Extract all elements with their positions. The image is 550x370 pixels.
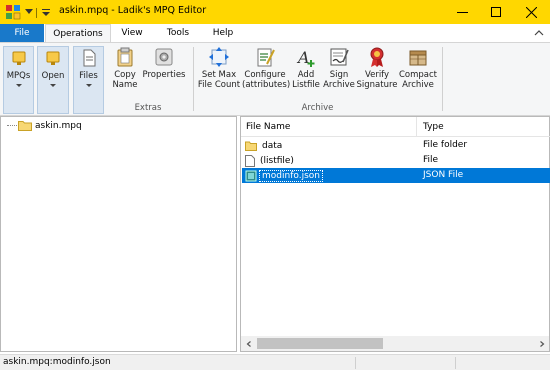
app-icon[interactable] xyxy=(5,4,21,20)
maximize-icon xyxy=(491,7,501,17)
files-button[interactable]: Files xyxy=(73,46,104,114)
tree-root-item[interactable]: askin.mpq xyxy=(7,120,82,131)
compact-archive-label-2: Archive xyxy=(402,80,434,90)
chevron-left-icon xyxy=(246,340,251,347)
copy-name-label-2: Name xyxy=(112,80,138,90)
properties-icon xyxy=(155,48,173,66)
set-max-file-count-icon xyxy=(209,47,229,67)
folder-icon xyxy=(18,121,32,131)
open-dropdown-icon xyxy=(50,84,56,87)
sign-archive-icon xyxy=(330,48,349,66)
chevron-right-icon xyxy=(539,340,544,347)
file-icon xyxy=(245,154,255,167)
scroll-right-button[interactable] xyxy=(534,336,549,351)
status-text: askin.mpq:modinfo.json xyxy=(3,357,111,367)
open-icon xyxy=(46,51,60,65)
list-item[interactable]: data File folder xyxy=(242,138,550,153)
horizontal-scrollbar[interactable] xyxy=(241,336,549,351)
set-max-label-2: File Count xyxy=(197,80,241,90)
file-name: modinfo.json xyxy=(259,169,323,182)
copy-name-button[interactable]: Copy Name xyxy=(110,46,140,90)
quick-access-icon[interactable] xyxy=(25,9,33,15)
status-divider xyxy=(355,357,356,369)
set-max-file-count-button[interactable]: Set Max File Count xyxy=(197,46,241,90)
title-separator xyxy=(36,8,37,18)
verify-signature-icon xyxy=(370,47,384,67)
copy-name-label-1: Copy xyxy=(114,70,136,80)
file-type: File folder xyxy=(423,140,468,150)
compact-archive-icon xyxy=(409,50,427,66)
configure-label-2: (attributes) xyxy=(242,80,291,90)
compact-archive-label-1: Compact xyxy=(398,70,438,80)
file-list[interactable]: File Name Type data File folder (listfil… xyxy=(240,116,550,352)
file-type: JSON File xyxy=(423,170,464,180)
compact-archive-button[interactable]: Compact Archive xyxy=(398,46,438,90)
file-type: File xyxy=(423,155,439,165)
file-list-header: File Name Type xyxy=(241,117,550,137)
ribbon-collapse-icon[interactable] xyxy=(534,28,544,38)
json-file-icon xyxy=(245,170,257,181)
mpqs-button[interactable]: MPQs xyxy=(3,46,34,114)
add-listfile-icon: A xyxy=(296,48,315,67)
open-button[interactable]: Open xyxy=(37,46,69,114)
extras-group-label: Extras xyxy=(134,103,162,113)
properties-button[interactable]: Properties xyxy=(142,46,186,80)
tab-operations[interactable]: Operations xyxy=(45,24,111,44)
archive-tree[interactable]: askin.mpq xyxy=(0,116,237,352)
mpqs-icon xyxy=(12,51,25,65)
scroll-thumb[interactable] xyxy=(257,338,383,349)
tree-root-label: askin.mpq xyxy=(35,120,82,131)
close-icon xyxy=(525,6,537,18)
verify-signature-label-2: Signature xyxy=(356,80,398,90)
close-button[interactable] xyxy=(514,0,548,24)
properties-label: Properties xyxy=(142,70,186,80)
tab-view[interactable]: View xyxy=(111,24,153,43)
mpqs-dropdown-icon xyxy=(15,84,22,87)
verify-signature-button[interactable]: Verify Signature xyxy=(356,46,398,90)
list-item-selected[interactable]: modinfo.json JSON File xyxy=(242,168,550,183)
files-icon xyxy=(83,49,95,67)
scroll-left-button[interactable] xyxy=(241,336,256,351)
column-header-file-name[interactable]: File Name xyxy=(241,117,417,137)
folder-icon xyxy=(245,141,257,151)
tree-connector xyxy=(7,125,17,126)
column-header-type[interactable]: Type xyxy=(418,117,550,137)
add-listfile-button[interactable]: A Add Listfile xyxy=(291,46,321,90)
minimize-button[interactable] xyxy=(445,0,479,24)
maximize-button[interactable] xyxy=(479,0,513,24)
open-label: Open xyxy=(41,71,65,81)
ribbon: MPQs Open Files Copy Name Properties Ext… xyxy=(0,42,550,116)
file-name: data xyxy=(262,140,283,151)
tab-tools[interactable]: Tools xyxy=(153,24,203,43)
status-divider xyxy=(455,357,456,369)
tab-help[interactable]: Help xyxy=(203,24,243,43)
quick-access-dropdown-icon[interactable] xyxy=(40,4,52,20)
minimize-icon xyxy=(456,11,468,13)
add-listfile-label-1: Add xyxy=(297,70,315,80)
configure-attributes-button[interactable]: Configure (attributes) xyxy=(242,46,291,90)
sign-archive-button[interactable]: Sign Archive xyxy=(323,46,355,90)
set-max-label-1: Set Max xyxy=(201,70,237,80)
configure-attributes-icon xyxy=(257,48,275,67)
list-item[interactable]: (listfile) File xyxy=(242,153,550,168)
title-bar: askin.mpq - Ladik's MPQ Editor xyxy=(0,0,550,24)
verify-signature-label-1: Verify xyxy=(364,70,390,80)
archive-group-label: Archive xyxy=(301,103,334,113)
copy-name-icon xyxy=(117,47,133,67)
status-bar: askin.mpq:modinfo.json xyxy=(0,354,550,370)
files-dropdown-icon xyxy=(85,84,92,87)
group-separator xyxy=(193,47,194,111)
window-title: askin.mpq - Ladik's MPQ Editor xyxy=(59,5,207,16)
tab-file[interactable]: File xyxy=(0,24,44,43)
file-name: (listfile) xyxy=(260,155,294,166)
configure-label-1: Configure xyxy=(244,70,286,80)
ribbon-tab-strip: File Operations View Tools Help xyxy=(0,24,550,44)
mpqs-label: MPQs xyxy=(6,71,31,81)
sign-archive-label-1: Sign xyxy=(329,70,349,80)
add-listfile-label-2: Listfile xyxy=(292,80,320,90)
files-label: Files xyxy=(79,71,98,81)
sign-archive-label-2: Archive xyxy=(323,80,355,90)
group-separator-end xyxy=(442,47,443,111)
